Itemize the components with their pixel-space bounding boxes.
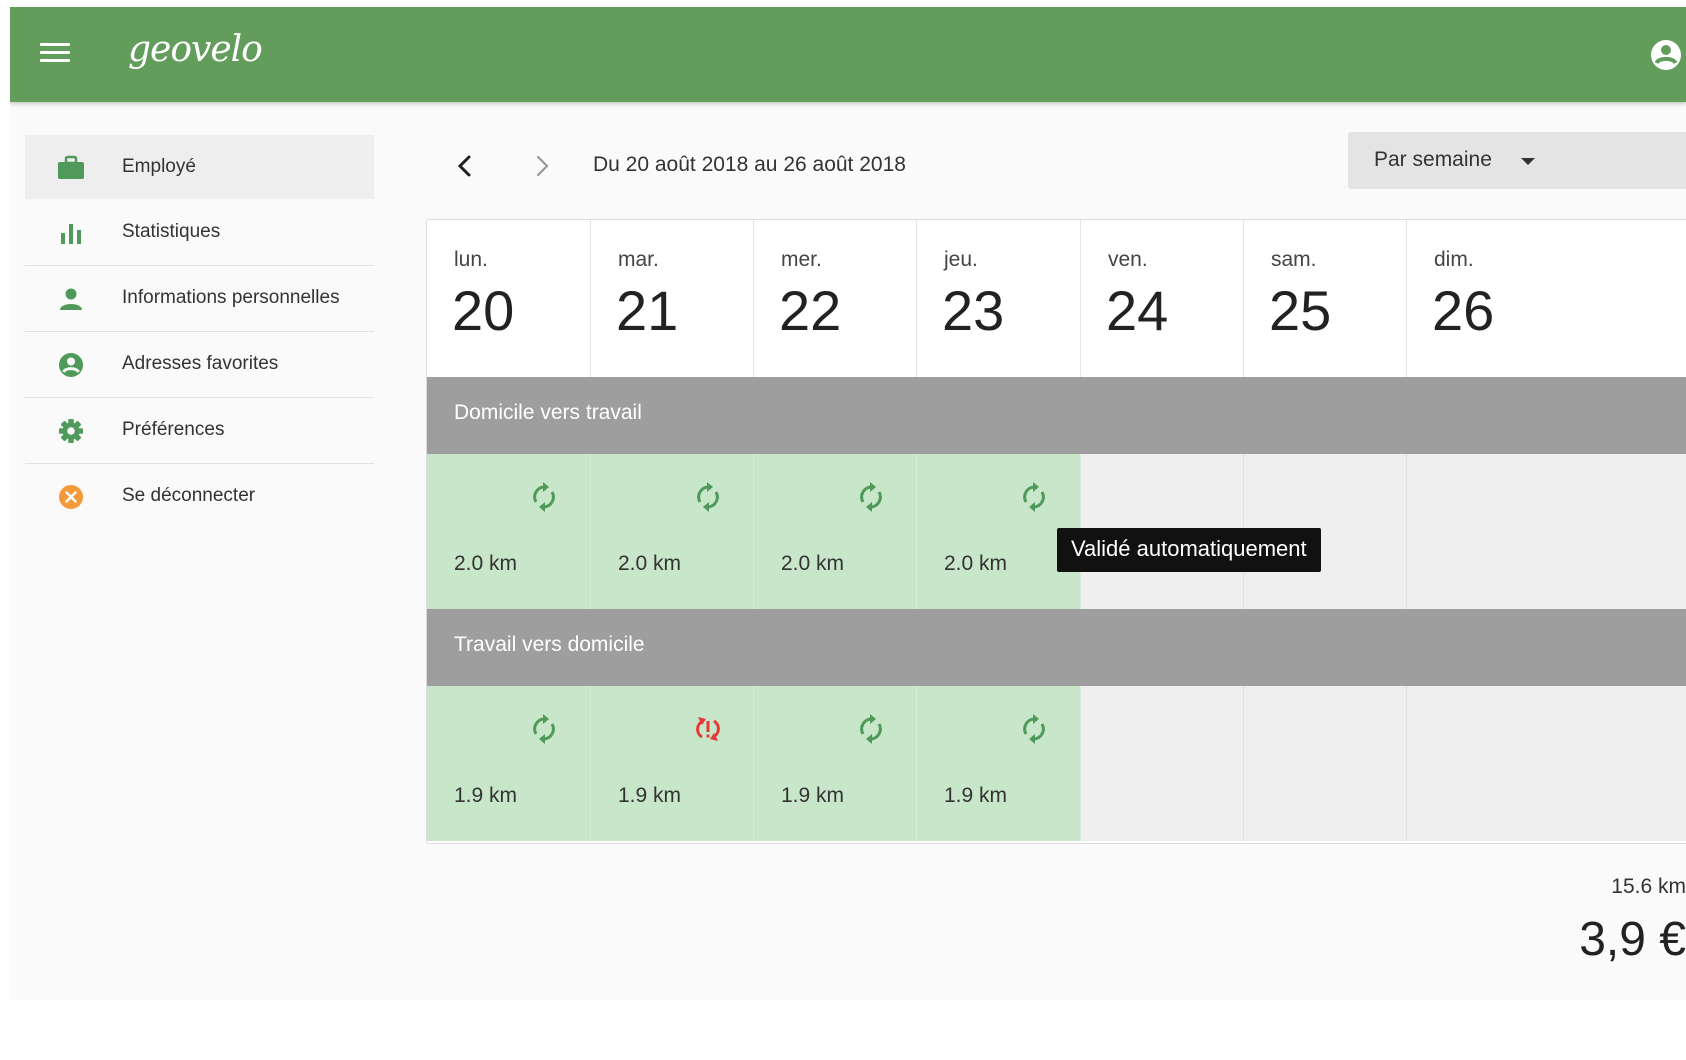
sidebar-item-deconnecter[interactable]: Se déconnecter bbox=[25, 464, 374, 529]
empty-day-cell[interactable] bbox=[1244, 686, 1407, 841]
day-name: jeu. bbox=[944, 248, 978, 271]
day-number: 20 bbox=[452, 279, 515, 342]
section-title: Travail vers domicile bbox=[454, 633, 645, 656]
trip-distance: 2.0 km bbox=[944, 552, 1008, 575]
day-number: 24 bbox=[1106, 279, 1169, 342]
logout-icon bbox=[59, 485, 83, 509]
trip-cell[interactable]: 1.9 km bbox=[917, 686, 1081, 841]
gear-icon bbox=[59, 419, 83, 443]
app-window: geovelo Employé Statistiques Information… bbox=[10, 7, 1686, 1000]
day-header: dim. 26 bbox=[1407, 220, 1686, 377]
app-logo: geovelo bbox=[128, 29, 263, 70]
trip-cell[interactable]: 2.0 km bbox=[427, 454, 591, 609]
day-name: mer. bbox=[781, 248, 822, 271]
trip-cell[interactable]: 2.0 km bbox=[754, 454, 917, 609]
trip-distance: 2.0 km bbox=[618, 552, 682, 575]
day-header: ven. 24 bbox=[1081, 220, 1244, 377]
trip-cell[interactable]: 1.9 km bbox=[754, 686, 917, 841]
trip-cell[interactable]: 1.9 km bbox=[427, 686, 591, 841]
sync-icon bbox=[1023, 482, 1045, 512]
day-header: mer. 22 bbox=[754, 220, 917, 377]
sync-icon bbox=[697, 482, 719, 512]
caret-down-icon bbox=[1521, 158, 1535, 165]
day-header: jeu. 23 bbox=[917, 220, 1081, 377]
sidebar-item-employe[interactable]: Employé bbox=[25, 135, 374, 199]
person-icon bbox=[60, 288, 82, 310]
sync-icon bbox=[860, 482, 882, 512]
account-circle-icon[interactable] bbox=[1646, 35, 1686, 75]
day-name: lun. bbox=[454, 248, 488, 271]
sidebar-item-informations[interactable]: Informations personnelles bbox=[25, 266, 374, 332]
empty-day-cell[interactable] bbox=[1407, 454, 1686, 609]
empty-day-cell[interactable] bbox=[1081, 686, 1244, 841]
top-app-bar: geovelo bbox=[10, 7, 1686, 102]
trip-distance: 2.0 km bbox=[781, 552, 845, 575]
day-name: dim. bbox=[1434, 248, 1474, 271]
view-mode-value: Par semaine bbox=[1374, 148, 1492, 171]
bar-chart-icon bbox=[61, 224, 81, 244]
sidebar-item-label: Statistiques bbox=[122, 221, 221, 242]
week-calendar: lun. 20 mar. 21 mer. 22 jeu. 23 ven. 24 … bbox=[426, 219, 1686, 844]
account-circle-icon bbox=[59, 353, 83, 377]
day-header-row: lun. 20 mar. 21 mer. 22 jeu. 23 ven. 24 … bbox=[427, 220, 1686, 377]
chevron-right-icon[interactable] bbox=[527, 149, 557, 183]
sync-icon bbox=[860, 714, 882, 744]
trip-row-travail-domicile: 1.9 km 1.9 km 1.9 km 1.9 km bbox=[427, 686, 1686, 841]
sidebar-item-preferences[interactable]: Préférences bbox=[25, 398, 374, 464]
trip-distance: 1.9 km bbox=[618, 784, 682, 807]
tooltip: Validé automatiquement bbox=[1057, 528, 1321, 572]
sidebar-item-label: Informations personnelles bbox=[122, 287, 340, 308]
trip-distance: 1.9 km bbox=[944, 784, 1008, 807]
section-title: Domicile vers travail bbox=[454, 401, 642, 424]
trip-distance: 1.9 km bbox=[454, 784, 518, 807]
empty-day-cell[interactable] bbox=[1407, 686, 1686, 841]
day-name: ven. bbox=[1108, 248, 1148, 271]
day-number: 22 bbox=[779, 279, 842, 342]
sync-icon bbox=[533, 482, 555, 512]
trip-cell[interactable]: 2.0 km bbox=[591, 454, 754, 609]
trip-cell[interactable]: 1.9 km bbox=[591, 686, 754, 841]
sync-problem-icon bbox=[696, 717, 720, 741]
sync-icon bbox=[533, 714, 555, 744]
day-header: lun. 20 bbox=[427, 220, 591, 377]
day-header: sam. 25 bbox=[1244, 220, 1407, 377]
sidebar-item-label: Se déconnecter bbox=[122, 485, 256, 506]
sync-icon bbox=[1023, 714, 1045, 744]
total-distance: 15.6 km bbox=[1611, 875, 1686, 898]
view-mode-select[interactable]: Par semaine bbox=[1348, 132, 1686, 189]
day-name: sam. bbox=[1271, 248, 1317, 271]
day-name: mar. bbox=[618, 248, 659, 271]
briefcase-icon bbox=[58, 155, 84, 179]
sidebar-item-label: Préférences bbox=[122, 419, 225, 440]
sidebar-item-label: Adresses favorites bbox=[122, 353, 279, 374]
chevron-left-icon[interactable] bbox=[450, 149, 480, 183]
section-header-domicile-travail: Domicile vers travail bbox=[427, 377, 1686, 454]
day-number: 26 bbox=[1432, 279, 1495, 342]
menu-icon[interactable] bbox=[40, 39, 74, 67]
day-header: mar. 21 bbox=[591, 220, 754, 377]
sidebar-nav: Employé Statistiques Informations person… bbox=[25, 135, 374, 529]
total-amount: 3,9 € bbox=[1579, 913, 1686, 966]
day-number: 25 bbox=[1269, 279, 1332, 342]
sidebar-item-statistiques[interactable]: Statistiques bbox=[25, 200, 374, 266]
section-header-travail-domicile: Travail vers domicile bbox=[427, 609, 1686, 686]
sidebar-item-label: Employé bbox=[122, 156, 196, 177]
period-label: Du 20 août 2018 au 26 août 2018 bbox=[593, 153, 906, 176]
sidebar-item-adresses[interactable]: Adresses favorites bbox=[25, 332, 374, 398]
day-number: 23 bbox=[942, 279, 1005, 342]
day-number: 21 bbox=[616, 279, 679, 342]
trip-distance: 1.9 km bbox=[781, 784, 845, 807]
trip-distance: 2.0 km bbox=[454, 552, 518, 575]
